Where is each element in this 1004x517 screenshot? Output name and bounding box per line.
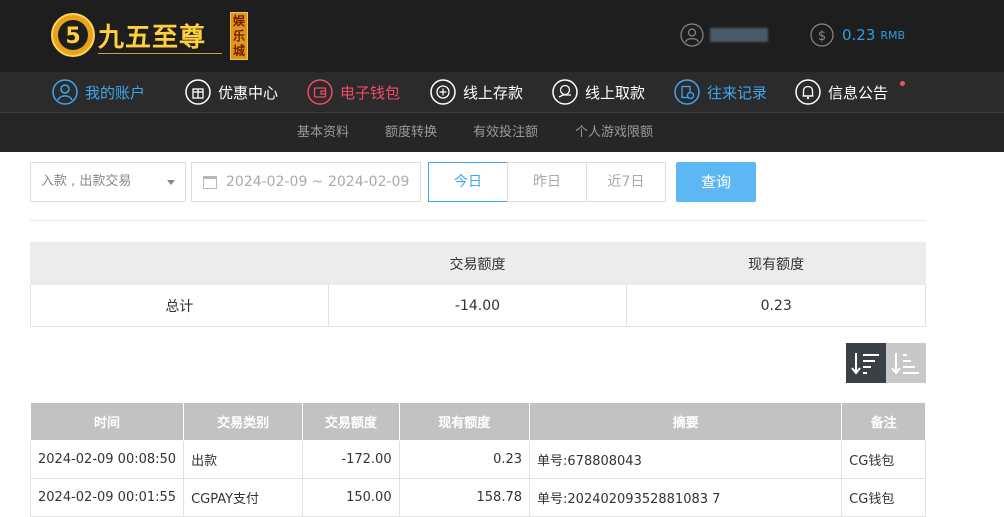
cell-summary: 单号:20240209352881083 7 xyxy=(529,478,843,517)
summary-total-amount: -14.00 xyxy=(327,284,628,327)
top-bar: 5 九五至尊 娱乐城 $ 0.23 RMB xyxy=(0,0,1004,72)
records-header-note: 备注 xyxy=(841,402,926,441)
cell-balance: 158.78 xyxy=(398,478,531,517)
svg-text:$: $ xyxy=(818,29,826,44)
subnav-valid-bets[interactable]: 有效投注额 xyxy=(473,113,538,153)
cell-balance: 0.23 xyxy=(398,440,531,479)
sort-ascending-button[interactable] xyxy=(886,343,926,383)
subnav-credit-transfer[interactable]: 额度转换 xyxy=(385,113,437,153)
cell-note: CG钱包 xyxy=(841,440,926,479)
nav-label: 我的账户 xyxy=(85,83,146,102)
logo-subtitle: 娱乐城 xyxy=(230,12,248,60)
nav-label: 往来记录 xyxy=(707,83,768,102)
nav-label: 电子钱包 xyxy=(340,83,401,102)
summary-header-balance: 现有额度 xyxy=(626,242,926,285)
bell-icon xyxy=(795,79,821,105)
gift-icon xyxy=(185,79,211,105)
records-header-type: 交易类别 xyxy=(183,402,304,441)
summary-total-row: 总计 -14.00 0.23 xyxy=(30,284,926,327)
logo-emblem-icon: 5 xyxy=(51,13,95,57)
deposit-icon xyxy=(430,79,456,105)
range-today-button[interactable]: 今日 xyxy=(428,162,508,202)
logo-text: 九五至尊 xyxy=(98,23,207,53)
divider xyxy=(30,220,926,221)
summary-header-empty xyxy=(30,242,329,285)
cell-summary: 单号:678808043 xyxy=(529,440,843,479)
balance-unit: RMB xyxy=(880,28,906,42)
main-nav: 我的账户 优惠中心 电子钱包 线上存款 线上取款 往来记录 信息公告 xyxy=(0,72,1004,112)
dollar-icon: $ xyxy=(810,23,834,47)
nav-announcements[interactable]: 信息公告 xyxy=(795,72,888,112)
nav-transaction-records[interactable]: 往来记录 xyxy=(674,72,767,112)
user-icon xyxy=(680,23,704,47)
select-value: 入款 , 出款交易 xyxy=(41,174,132,189)
nav-label: 线上存款 xyxy=(463,83,524,102)
balance-value: 0.23 xyxy=(842,26,876,44)
range-7days-button[interactable]: 近7日 xyxy=(586,162,666,202)
nav-e-wallet[interactable]: 电子钱包 xyxy=(307,72,400,112)
records-header-time: 时间 xyxy=(29,402,185,441)
records-header-row: 时间 交易类别 交易额度 现有额度 摘要 备注 xyxy=(29,402,926,441)
summary-table: 交易额度 现有额度 总计 -14.00 0.23 xyxy=(30,242,926,327)
date-range-input[interactable]: 2024-02-09 ~ 2024-02-09 xyxy=(191,162,421,202)
cell-time: 2024-02-09 00:01:55 xyxy=(29,478,185,517)
nav-my-account[interactable]: 我的账户 xyxy=(52,72,145,112)
query-button[interactable]: 查询 xyxy=(676,162,756,202)
range-yesterday-button[interactable]: 昨日 xyxy=(507,162,587,202)
sort-descending-icon xyxy=(851,353,879,375)
subnav-basic-info[interactable]: 基本资料 xyxy=(297,113,349,153)
transaction-type-select[interactable]: 入款 , 出款交易 xyxy=(30,162,186,202)
nav-label: 优惠中心 xyxy=(218,83,279,102)
nav-online-deposit[interactable]: 线上存款 xyxy=(430,72,523,112)
records-table: 时间 交易类别 交易额度 现有额度 摘要 备注 2024-02-09 00:08… xyxy=(29,402,926,517)
notification-dot xyxy=(900,81,905,86)
cell-amount: -172.00 xyxy=(302,440,400,479)
summary-header-row: 交易额度 现有额度 xyxy=(30,242,926,285)
table-row: 2024-02-09 00:08:50 出款 -172.00 0.23 单号:6… xyxy=(29,440,926,479)
cell-time: 2024-02-09 00:08:50 xyxy=(29,440,185,479)
site-logo[interactable]: 5 九五至尊 娱乐城 xyxy=(50,8,250,62)
logo-underline xyxy=(98,53,222,54)
subnav-game-limits[interactable]: 个人游戏限额 xyxy=(575,113,653,153)
table-row: 2024-02-09 00:01:55 CGPAY支付 150.00 158.7… xyxy=(29,478,926,517)
calendar-icon xyxy=(203,176,217,189)
date-range-value: 2024-02-09 ~ 2024-02-09 xyxy=(226,174,410,190)
records-header-balance: 现有额度 xyxy=(398,402,531,441)
sort-ascending-icon xyxy=(891,353,919,375)
cell-type: CGPAY支付 xyxy=(183,478,304,517)
user-circle-icon xyxy=(52,79,78,105)
masked-username xyxy=(710,28,768,42)
summary-total-balance: 0.23 xyxy=(626,284,926,327)
balance-display: $ 0.23 RMB xyxy=(810,22,905,48)
nav-label: 线上取款 xyxy=(585,83,646,102)
sort-buttons xyxy=(846,343,926,383)
sort-descending-button[interactable] xyxy=(846,343,886,383)
records-header-summary: 摘要 xyxy=(529,402,843,441)
records-header-amount: 交易额度 xyxy=(302,402,400,441)
nav-label: 信息公告 xyxy=(828,83,889,102)
record-icon xyxy=(674,79,700,105)
summary-total-label: 总计 xyxy=(30,284,329,327)
cell-amount: 150.00 xyxy=(302,478,400,517)
filter-row: 入款 , 出款交易 2024-02-09 ~ 2024-02-09 今日 昨日 … xyxy=(30,162,926,202)
chevron-down-icon xyxy=(167,180,175,185)
nav-promotions[interactable]: 优惠中心 xyxy=(185,72,278,112)
sub-nav: 基本资料 额度转换 有效投注额 个人游戏限额 xyxy=(0,112,1004,152)
cell-note: CG钱包 xyxy=(841,478,926,517)
wallet-icon xyxy=(307,79,333,105)
cell-type: 出款 xyxy=(183,440,304,479)
nav-online-withdraw[interactable]: 线上取款 xyxy=(552,72,645,112)
svg-text:5: 5 xyxy=(65,24,80,49)
user-info[interactable] xyxy=(680,22,768,48)
summary-header-amount: 交易额度 xyxy=(327,242,628,285)
withdraw-icon xyxy=(552,79,578,105)
